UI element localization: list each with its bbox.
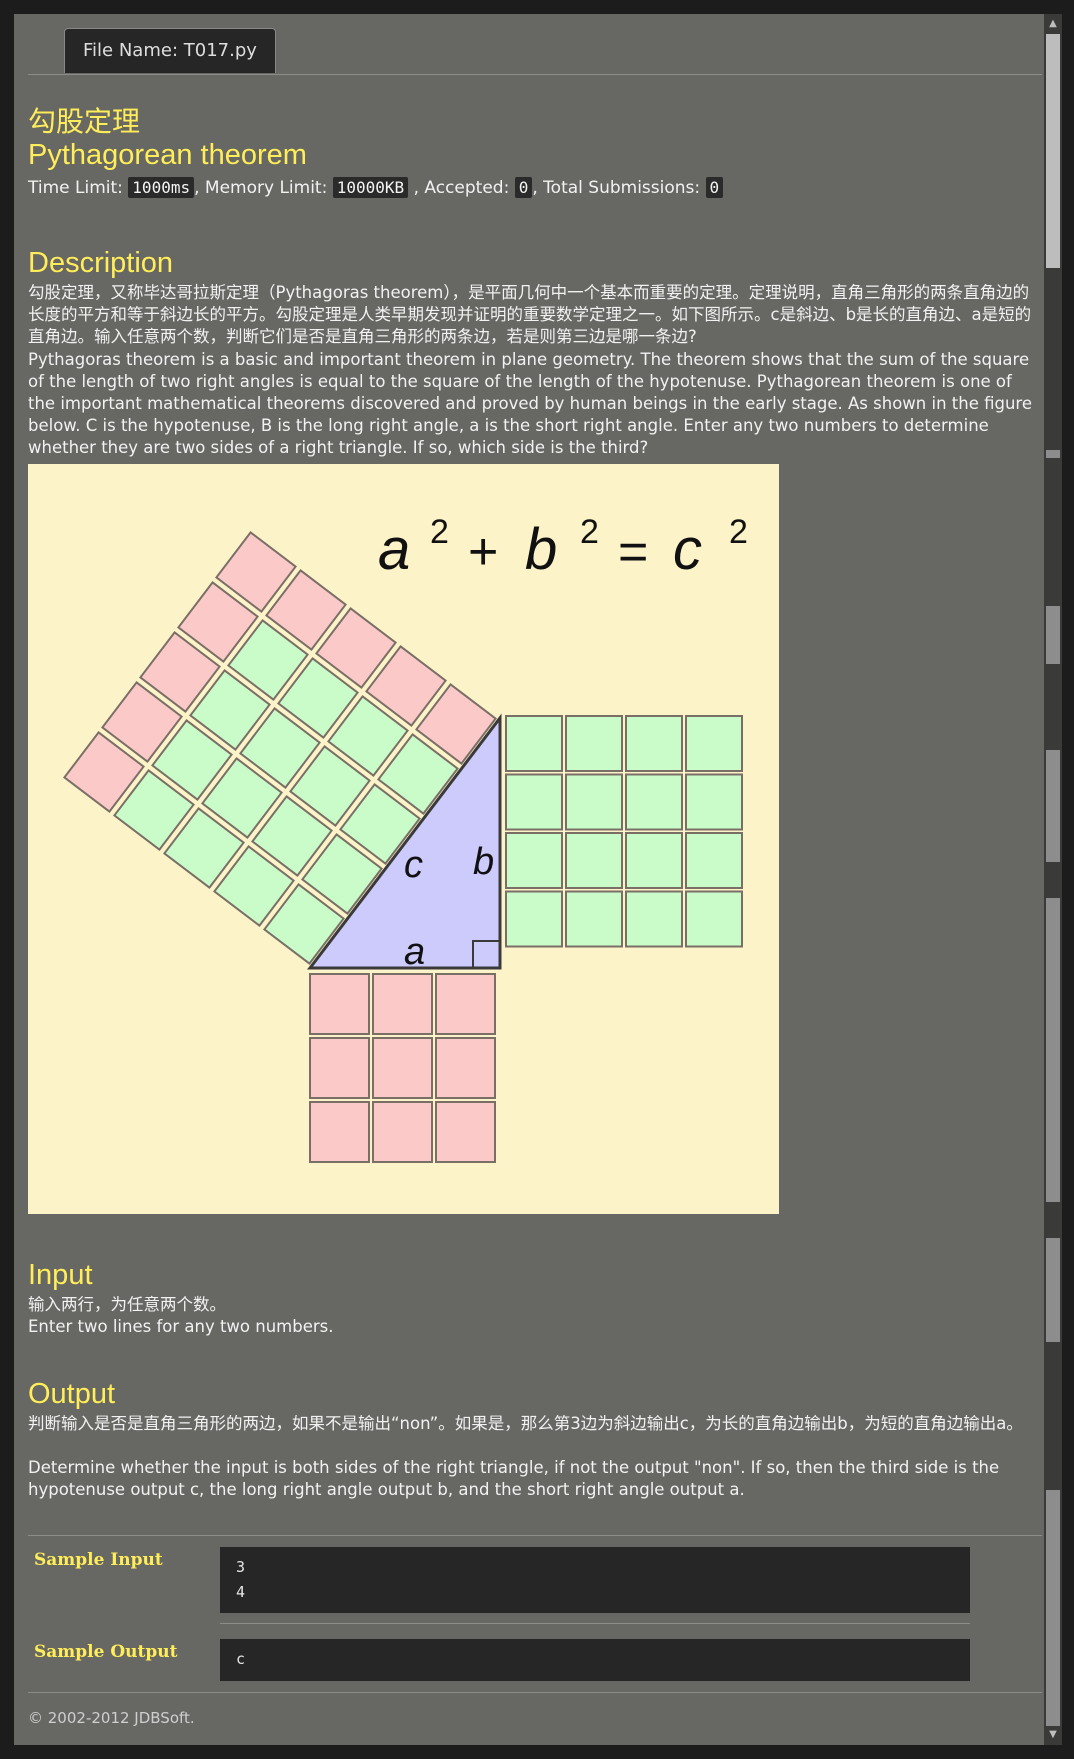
scrollbar-marker [1046,898,1060,1202]
formula-c-exp: 2 [729,513,748,551]
description-text-cn: 勾股定理，又称毕达哥拉斯定理（Pythagoras theorem），是平面几何… [28,283,1032,346]
grid-square [625,715,683,772]
problem-title-en: Pythagorean theorem [28,139,307,171]
scrollbar-marker [1046,606,1060,664]
formula-equals: = [618,523,648,581]
problem-title-cn: 勾股定理 [28,106,141,137]
input-text-cn: 输入两行，为任意两个数。 [28,1295,226,1314]
samples-divider [28,1535,1042,1536]
grid-square [372,1101,433,1163]
scrollbar-marker [1046,1238,1060,1342]
grid-square [435,1101,496,1163]
grid-square [505,773,563,831]
scroll-up-arrow-icon[interactable]: ▲ [1044,16,1062,32]
grid-square [625,773,683,831]
copyright-footer: © 2002-2012 JDBSoft. [28,1709,195,1727]
grid-square [435,1037,496,1099]
input-heading: Input [28,1259,93,1291]
grid-square [505,715,563,772]
pythagorean-figure: a 2 + b 2 = c 2 a b c [28,464,779,1214]
grid-square [505,890,563,948]
grid-square [565,890,623,948]
time-limit-value: 1000ms [128,177,195,198]
grid-square [565,832,623,889]
file-tab-prefix: File Name: [83,40,179,61]
formula-plus: + [468,523,498,581]
label-c: c [404,844,423,886]
scrollbar-thumb[interactable] [1046,34,1060,268]
output-text-cn: 判断输入是否是直角三角形的两边，如果不是输出“non”。如果是，那么第3边为斜边… [28,1414,1023,1433]
input-text-en: Enter two lines for any two numbers. [28,1317,334,1336]
sample-output-box[interactable]: c [220,1639,970,1681]
scrollbar-marker [1046,450,1060,458]
memory-limit-value: 10000KB [332,177,409,198]
grid-square [625,832,683,889]
leg-a-squares [309,973,496,1163]
output-text-en: Determine whether the input is both side… [28,1458,1000,1499]
sample-input-box[interactable]: 3 4 [220,1547,970,1613]
sample-output-label: Sample Output [34,1642,178,1662]
grid-square [372,1037,433,1099]
grid-square [685,890,743,948]
grid-square [685,715,743,772]
formula-b-exp: 2 [580,513,599,551]
formula-c: c [673,517,702,582]
grid-square [625,890,683,948]
label-a: a [404,931,425,973]
problem-page: File Name: T017.py 勾股定理 Pythagorean theo… [14,14,1044,1745]
time-limit-label: Time Limit: [28,178,123,198]
description-text-en: Pythagoras theorem is a basic and import… [28,350,1032,457]
grid-square [435,973,496,1035]
submissions-label: , Total Submissions: [532,178,701,198]
formula-a: a [378,517,410,582]
grid-square [309,1101,370,1163]
sample-input-label: Sample Input [34,1550,163,1570]
formula-b: b [525,517,557,582]
accepted-label: , Accepted: [413,178,510,198]
window: File Name: T017.py 勾股定理 Pythagorean theo… [14,14,1062,1745]
grid-square [565,773,623,831]
vertical-scrollbar[interactable]: ▲ ▼ [1044,14,1062,1745]
output-heading: Output [28,1378,116,1410]
grid-square [372,973,433,1035]
grid-square [565,715,623,772]
grid-square [685,773,743,831]
sample-separator [220,1623,970,1624]
grid-square [505,832,563,889]
scrollbar-marker [1046,750,1060,862]
file-tab-filename: T017.py [183,40,257,61]
file-tab[interactable]: File Name: T017.py [64,28,276,73]
label-b: b [473,841,494,883]
memory-limit-label: , Memory Limit: [194,178,328,198]
footer-divider [28,1692,1042,1693]
problem-limits: Time Limit: 1000ms, Memory Limit: 10000K… [28,176,724,200]
tab-divider [28,74,1042,75]
scrollbar-marker [1046,1490,1060,1726]
description-heading: Description [28,247,174,279]
grid-square [685,832,743,889]
formula-a-exp: 2 [430,513,449,551]
grid-square [309,973,370,1035]
accepted-value: 0 [514,177,533,198]
grid-square [309,1037,370,1099]
scroll-down-arrow-icon[interactable]: ▼ [1044,1727,1062,1743]
submissions-value: 0 [705,177,724,198]
